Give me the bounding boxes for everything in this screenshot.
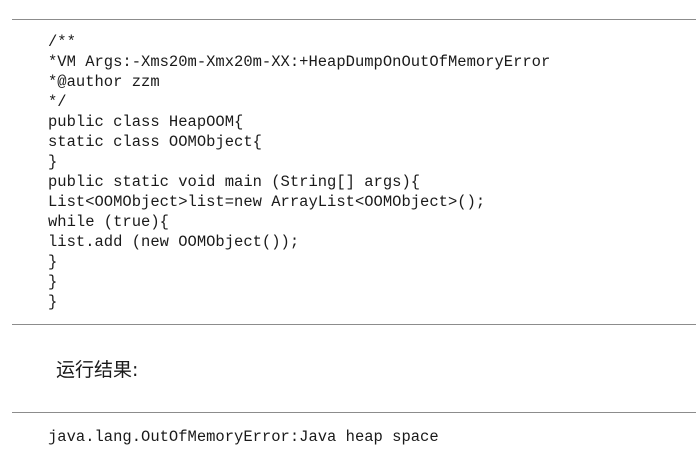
code-line: /** xyxy=(48,33,76,51)
code-line: } xyxy=(48,153,58,171)
code-line: */ xyxy=(48,93,67,111)
code-line: while (true){ xyxy=(48,213,169,231)
code-line: list.add (new OOMObject()); xyxy=(48,233,300,251)
code-line: public static void main (String[] args){ xyxy=(48,173,421,191)
code-line: List<OOMObject>list=new ArrayList<OOMObj… xyxy=(48,193,486,211)
code-block: /** *VM Args:-Xms20m-Xmx20m-XX:+HeapDumpO… xyxy=(48,32,550,312)
code-line: } xyxy=(48,293,58,311)
top-divider xyxy=(12,19,696,20)
code-line: } xyxy=(48,273,58,291)
code-line: *@author zzm xyxy=(48,73,160,91)
result-heading: 运行结果: xyxy=(56,359,139,381)
code-line: *VM Args:-Xms20m-Xmx20m-XX:+HeapDumpOnOu… xyxy=(48,53,551,71)
middle-divider xyxy=(12,324,696,325)
code-line: public class HeapOOM{ xyxy=(48,113,244,131)
code-line: } xyxy=(48,253,58,271)
code-line: static class OOMObject{ xyxy=(48,133,262,151)
output-text: java.lang.OutOfMemoryError:Java heap spa… xyxy=(48,428,439,446)
output-divider xyxy=(12,412,696,413)
